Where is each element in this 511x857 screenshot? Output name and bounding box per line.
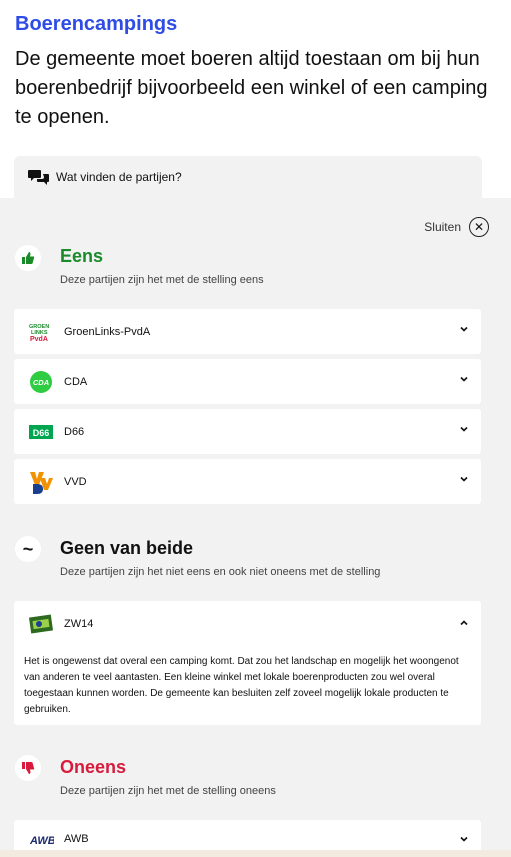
svg-text:AWB: AWB (29, 835, 54, 847)
party-name: GroenLinks-PvdA (64, 325, 151, 338)
close-label: Sluiten (424, 220, 461, 234)
party-name: CDA (64, 375, 88, 388)
chat-bubbles-icon (28, 170, 49, 185)
cda-logo: CDA (28, 370, 54, 394)
zw14-logo (28, 614, 54, 633)
party-explanation: Het is ongewenst dat overal een camping … (24, 656, 459, 715)
chevron-down-icon (460, 836, 468, 842)
page-bottom-strip (0, 850, 511, 857)
section-title-agree: Eens (60, 246, 104, 266)
party-card-d66[interactable]: D66 D66 (14, 409, 481, 454)
thumbs-up-icon (15, 245, 41, 271)
vvd-logo (28, 470, 54, 494)
thumbs-down-icon (15, 755, 41, 781)
tilde-icon: ~ (15, 536, 41, 562)
party-name: VVD (64, 475, 87, 488)
party-card-cda[interactable]: CDA CDA (14, 359, 481, 404)
close-button[interactable]: Sluiten ✕ (424, 217, 489, 237)
section-title-neutral: Geen van beide (60, 538, 194, 558)
svg-text:PvdA: PvdA (30, 336, 48, 343)
d66-logo: D66 (28, 420, 54, 444)
tab-parties-opinion[interactable]: Wat vinden de partijen? (14, 156, 482, 198)
chevron-down-icon (460, 426, 468, 432)
awb-logo: AWB (28, 827, 54, 851)
svg-text:D66: D66 (33, 428, 50, 438)
section-title-disagree: Oneens (60, 757, 127, 777)
party-card-vvd[interactable]: VVD (14, 459, 481, 504)
chevron-down-icon (460, 476, 468, 482)
section-subtitle-neutral: Deze partijen zijn het niet eens en ook … (60, 566, 381, 578)
topic-title: Boerencampings (15, 13, 178, 35)
party-card-zw14-expanded: ZW14 Het is ongewenst dat overal een cam… (14, 601, 481, 725)
chevron-up-icon (460, 620, 468, 626)
statement-text: De gemeente moet boeren altijd toestaan … (15, 48, 488, 128)
close-icon: ✕ (469, 217, 489, 237)
tab-label: Wat vinden de partijen? (56, 170, 182, 184)
party-card-zw14-header[interactable]: ZW14 (14, 601, 481, 646)
section-subtitle-disagree: Deze partijen zijn het met de stelling o… (60, 785, 276, 797)
groenlinks-pvda-logo: GROEN LINKS PvdA (28, 320, 54, 344)
section-subtitle-agree: Deze partijen zijn het met de stelling e… (60, 274, 264, 286)
svg-text:CDA: CDA (33, 378, 49, 387)
chevron-down-icon (460, 326, 468, 332)
party-name: ZW14 (64, 617, 94, 630)
chevron-down-icon (460, 376, 468, 382)
party-name: D66 (64, 425, 85, 438)
party-name: AWB (64, 832, 89, 845)
party-card-groenlinks-pvda[interactable]: GROEN LINKS PvdA GroenLinks-PvdA (14, 309, 481, 354)
